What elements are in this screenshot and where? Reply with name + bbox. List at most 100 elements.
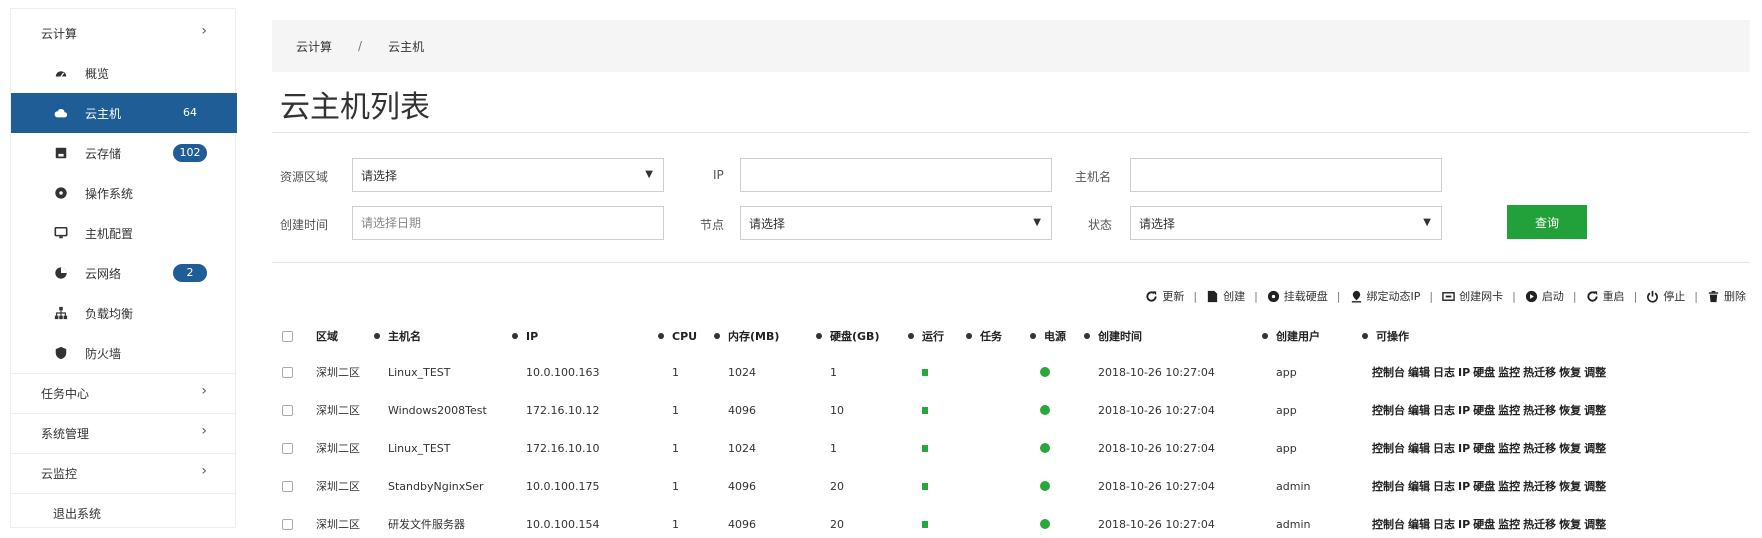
row-action-link[interactable]: 恢复 bbox=[1559, 440, 1581, 456]
row-action-link[interactable]: 控制台 bbox=[1372, 440, 1405, 456]
cell-user: app bbox=[1276, 365, 1297, 379]
delete-button[interactable]: 删除 bbox=[1707, 288, 1746, 304]
row-action-link[interactable]: IP bbox=[1458, 518, 1470, 531]
breadcrumb: 云计算 / 云主机 bbox=[272, 20, 1750, 72]
row-action-link[interactable]: 调整 bbox=[1584, 440, 1606, 456]
sidebar-item-label: 云网络 bbox=[85, 266, 122, 281]
status-select[interactable]: 请选择 ▼ bbox=[1130, 206, 1442, 240]
sidebar-item-firewall[interactable]: 防火墙 bbox=[11, 333, 237, 373]
row-action-link[interactable]: 调整 bbox=[1584, 516, 1606, 532]
sidebar-group-monitor[interactable]: 云监控 › bbox=[11, 453, 237, 493]
row-action-link[interactable]: 编辑 bbox=[1408, 402, 1430, 418]
breadcrumb-root[interactable]: 云计算 bbox=[296, 38, 332, 55]
row-action-link[interactable]: 日志 bbox=[1433, 364, 1455, 380]
row-action-link[interactable]: 调整 bbox=[1584, 402, 1606, 418]
row-action-link[interactable]: 监控 bbox=[1498, 364, 1520, 380]
refresh-button[interactable]: 更新 bbox=[1145, 288, 1184, 304]
column-header-user[interactable]: 创建用户 bbox=[1262, 318, 1320, 354]
row-action-link[interactable]: 控制台 bbox=[1372, 402, 1405, 418]
row-action-link[interactable]: IP bbox=[1458, 480, 1470, 493]
row-action-link[interactable]: 硬盘 bbox=[1473, 516, 1495, 532]
sidebar-item-cloud-storage[interactable]: 云存储 102 bbox=[11, 133, 237, 173]
region-select[interactable]: 请选择 ▼ bbox=[352, 158, 664, 192]
hostname-input[interactable] bbox=[1130, 158, 1442, 192]
column-header-power[interactable]: 电源 bbox=[1030, 318, 1066, 354]
column-header-ip[interactable]: IP bbox=[512, 318, 538, 354]
restart-button[interactable]: 重启 bbox=[1586, 288, 1625, 304]
row-action-link[interactable]: 控制台 bbox=[1372, 478, 1405, 494]
column-header-hostname[interactable]: 主机名 bbox=[374, 318, 421, 354]
row-action-link[interactable]: 热迁移 bbox=[1523, 516, 1556, 532]
sidebar-item-os[interactable]: 操作系统 bbox=[11, 173, 237, 213]
sidebar-group-system[interactable]: 系统管理 › bbox=[11, 413, 237, 453]
row-action-link[interactable]: 硬盘 bbox=[1473, 478, 1495, 494]
sidebar-item-cloud-network[interactable]: 云网络 2 bbox=[11, 253, 237, 293]
row-action-link[interactable]: 控制台 bbox=[1372, 364, 1405, 380]
bind-ip-button[interactable]: 绑定动态IP bbox=[1350, 288, 1420, 304]
column-header-region[interactable]: 区域 bbox=[316, 318, 338, 354]
row-action-link[interactable]: 监控 bbox=[1498, 440, 1520, 456]
row-action-link[interactable]: 调整 bbox=[1584, 364, 1606, 380]
column-header-running[interactable]: 运行 bbox=[908, 318, 944, 354]
sidebar-item-cloud-host[interactable]: 云主机 64 bbox=[11, 93, 237, 133]
cell-ip: 172.16.10.12 bbox=[526, 403, 600, 417]
row-checkbox[interactable] bbox=[282, 354, 293, 390]
row-action-link[interactable]: 热迁移 bbox=[1523, 440, 1556, 456]
sidebar-item-load-balance[interactable]: 负载均衡 bbox=[11, 293, 237, 333]
row-action-link[interactable]: 恢复 bbox=[1559, 402, 1581, 418]
sidebar-group-cloud[interactable]: 云计算 › bbox=[11, 13, 237, 53]
row-action-link[interactable]: 监控 bbox=[1498, 478, 1520, 494]
row-checkbox[interactable] bbox=[282, 430, 293, 466]
row-checkbox[interactable] bbox=[282, 468, 293, 504]
select-all-checkbox[interactable] bbox=[282, 318, 293, 354]
row-action-link[interactable]: 硬盘 bbox=[1473, 364, 1495, 380]
row-action-link[interactable]: 日志 bbox=[1433, 478, 1455, 494]
column-header-disk[interactable]: 硬盘(GB) bbox=[816, 318, 879, 354]
row-action-link[interactable]: 编辑 bbox=[1408, 516, 1430, 532]
row-action-link[interactable]: 硬盘 bbox=[1473, 440, 1495, 456]
stop-button[interactable]: 停止 bbox=[1646, 288, 1685, 304]
row-action-link[interactable]: 编辑 bbox=[1408, 478, 1430, 494]
row-action-link[interactable]: 热迁移 bbox=[1523, 478, 1556, 494]
row-action-link[interactable]: 恢复 bbox=[1559, 364, 1581, 380]
sidebar-item-overview[interactable]: 概览 bbox=[11, 53, 237, 93]
row-action-link[interactable]: IP bbox=[1458, 404, 1470, 417]
attach-disk-button[interactable]: 挂载硬盘 bbox=[1267, 288, 1328, 304]
row-checkbox[interactable] bbox=[282, 506, 293, 538]
query-button[interactable]: 查询 bbox=[1507, 205, 1587, 239]
row-action-link[interactable]: 恢复 bbox=[1559, 516, 1581, 532]
row-action-link[interactable]: 恢复 bbox=[1559, 478, 1581, 494]
row-action-link[interactable]: 日志 bbox=[1433, 402, 1455, 418]
row-action-link[interactable]: IP bbox=[1458, 366, 1470, 379]
play-circle-icon bbox=[1525, 290, 1538, 303]
toolbar-separator: | bbox=[1694, 289, 1698, 303]
row-action-link[interactable]: IP bbox=[1458, 442, 1470, 455]
column-header-created[interactable]: 创建时间 bbox=[1084, 318, 1142, 354]
sidebar-item-exit[interactable]: 退出系统 bbox=[11, 493, 237, 533]
count-badge: 2 bbox=[173, 264, 207, 282]
sidebar-item-host-config[interactable]: 主机配置 bbox=[11, 213, 237, 253]
row-action-link[interactable]: 热迁移 bbox=[1523, 364, 1556, 380]
column-header-actions[interactable]: 可操作 bbox=[1362, 318, 1409, 354]
row-action-link[interactable]: 日志 bbox=[1433, 440, 1455, 456]
created-date-input[interactable] bbox=[352, 206, 664, 240]
node-select[interactable]: 请选择 ▼ bbox=[740, 206, 1052, 240]
row-action-link[interactable]: 控制台 bbox=[1372, 516, 1405, 532]
start-button[interactable]: 启动 bbox=[1525, 288, 1564, 304]
create-button[interactable]: 创建 bbox=[1206, 288, 1245, 304]
create-nic-button[interactable]: 创建网卡 bbox=[1442, 288, 1503, 304]
row-action-link[interactable]: 硬盘 bbox=[1473, 402, 1495, 418]
column-header-memory[interactable]: 内存(MB) bbox=[714, 318, 779, 354]
column-header-cpu[interactable]: CPU bbox=[658, 318, 697, 354]
row-checkbox[interactable] bbox=[282, 392, 293, 428]
row-action-link[interactable]: 编辑 bbox=[1408, 440, 1430, 456]
row-action-link[interactable]: 编辑 bbox=[1408, 364, 1430, 380]
row-action-link[interactable]: 监控 bbox=[1498, 402, 1520, 418]
row-action-link[interactable]: 日志 bbox=[1433, 516, 1455, 532]
column-header-task[interactable]: 任务 bbox=[966, 318, 1002, 354]
row-action-link[interactable]: 调整 bbox=[1584, 478, 1606, 494]
sidebar-group-task-center[interactable]: 任务中心 › bbox=[11, 373, 237, 413]
row-action-link[interactable]: 监控 bbox=[1498, 516, 1520, 532]
ip-input[interactable] bbox=[740, 158, 1052, 192]
row-action-link[interactable]: 热迁移 bbox=[1523, 402, 1556, 418]
